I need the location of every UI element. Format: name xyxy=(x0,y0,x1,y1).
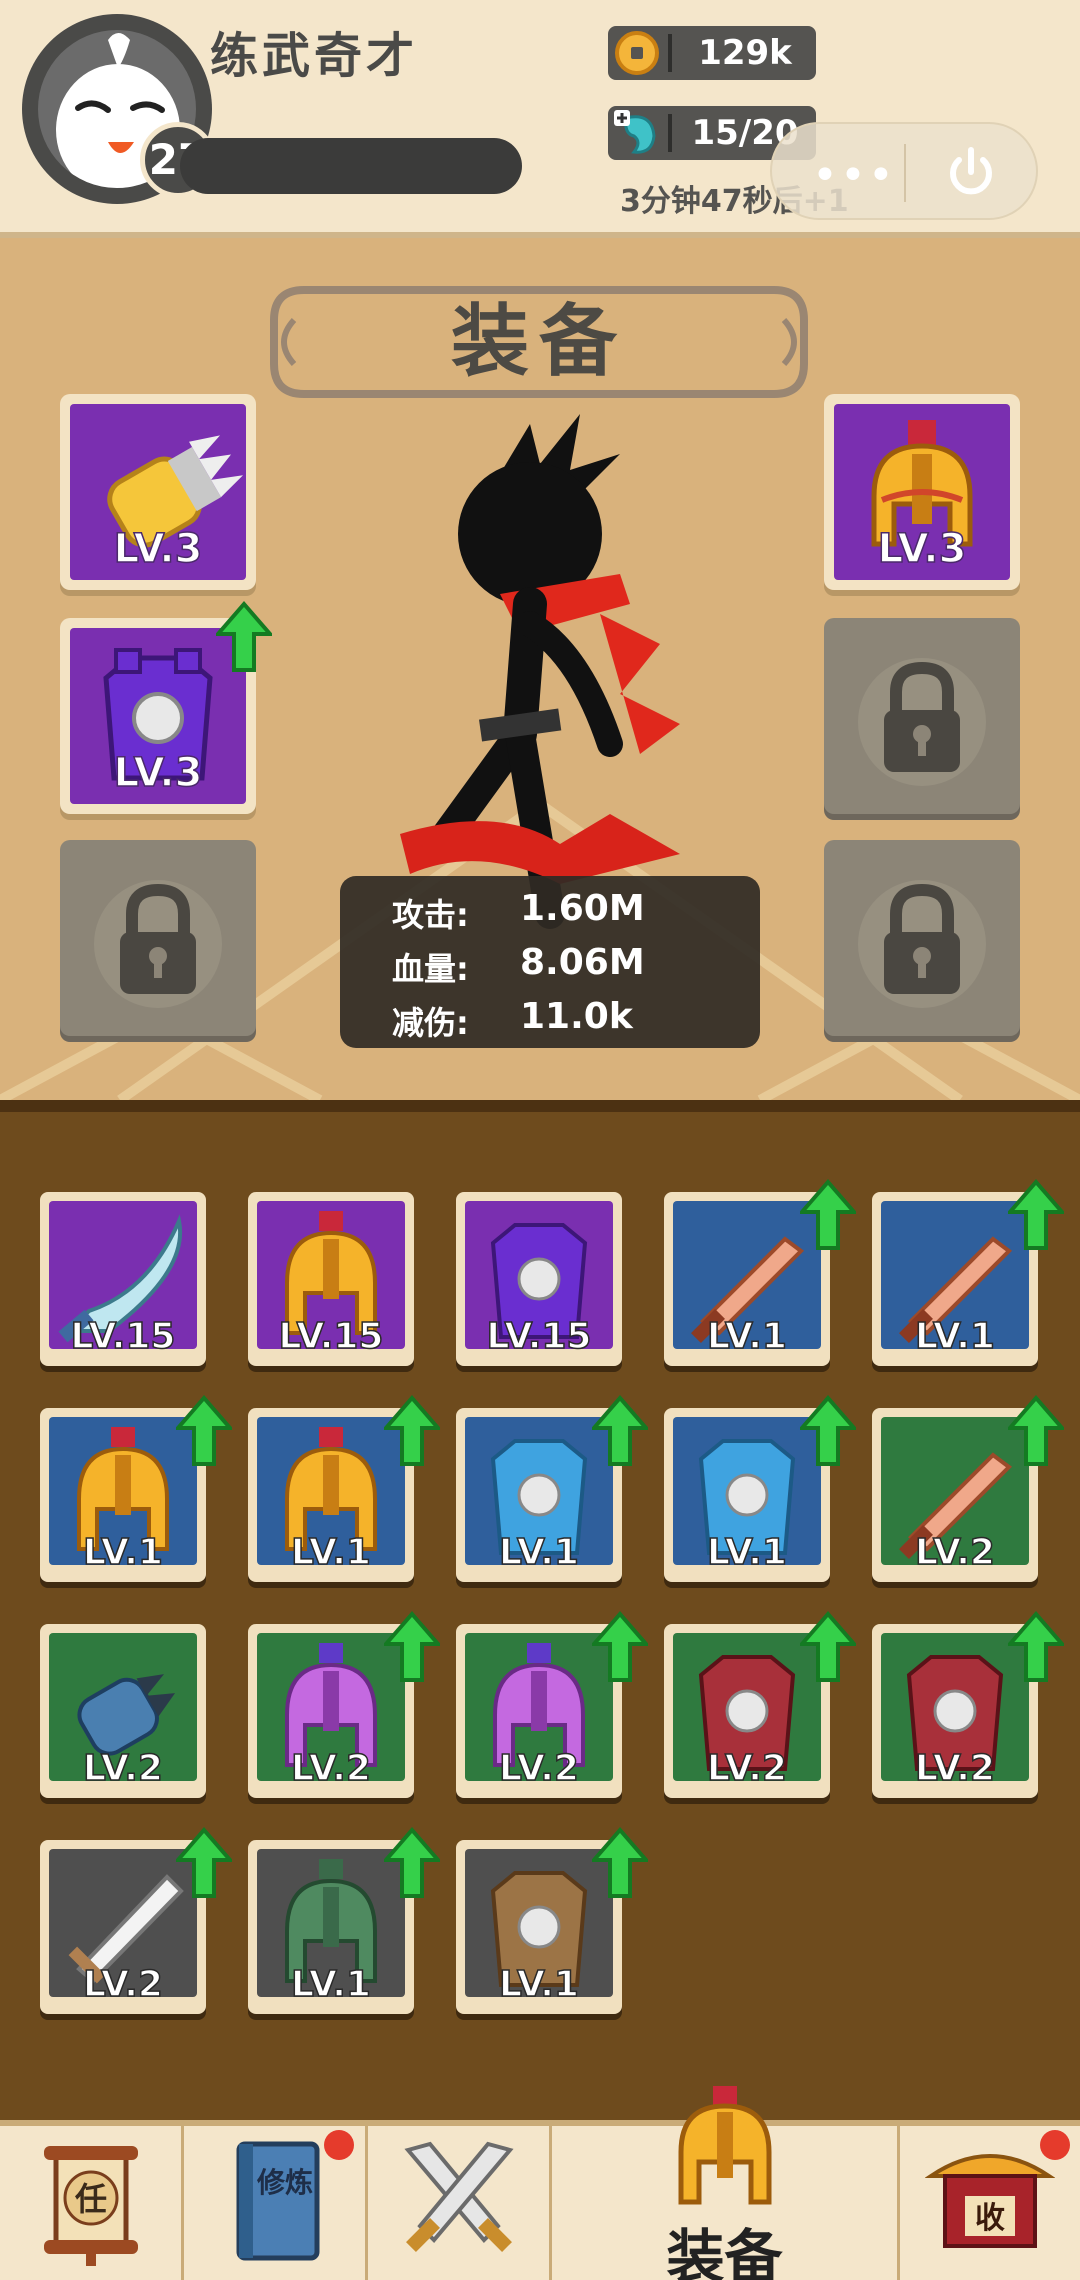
svg-text:任: 任 xyxy=(74,2180,106,2218)
inventory-item[interactable]: LV.15 xyxy=(40,1192,206,1366)
page-title: 装备 xyxy=(450,297,627,387)
gold-coin-icon xyxy=(615,31,659,75)
equip-slot-helmet[interactable]: LV.3 xyxy=(824,394,1020,590)
item-level-label: LV.1 xyxy=(498,1963,579,2006)
gold-amount: 129k xyxy=(698,33,792,73)
item-level-label: LV.2 xyxy=(914,1747,995,1790)
item-level-label: LV.2 xyxy=(290,1747,371,1790)
stat-attack-value: 1.60M xyxy=(520,888,645,929)
upgrade-arrow-icon xyxy=(176,1826,232,1898)
item-level-label: LV.1 xyxy=(82,1531,163,1574)
more-button[interactable]: ••• xyxy=(812,150,896,201)
equipment-display: 装备 LV.3 LV.3 LV.3 攻击: 1.60M 血量: 8.06M 减伤… xyxy=(0,244,1080,1100)
miniprogram-capsule: ••• xyxy=(770,122,1038,220)
equip-slot-locked[interactable] xyxy=(824,840,1020,1036)
upgrade-arrow-icon xyxy=(384,1610,440,1682)
helmet-nav-icon xyxy=(678,2086,771,2205)
equip-slot-locked[interactable] xyxy=(60,840,256,1036)
item-level-label: LV.2 xyxy=(82,1963,163,2006)
lock-icon xyxy=(858,658,986,786)
nav-tab-collect[interactable]: 收 xyxy=(900,2126,1080,2280)
upgrade-arrow-icon xyxy=(800,1394,856,1466)
player-name: 练武奇才 xyxy=(210,28,419,84)
item-level-label: LV.2 xyxy=(82,1747,163,1790)
inventory-grid: LV.15 LV.15 LV.15 LV.1 LV.1 LV.1 LV.1 LV.1 LV.1 L… xyxy=(0,1100,1080,2120)
crossed-swords-icon xyxy=(403,2141,514,2252)
equip-level-label: LV.3 xyxy=(113,749,203,797)
top-header: 27 练武奇才 129k 15/20 3分钟47秒后+1 ••• xyxy=(0,0,1080,238)
item-level-label: LV.1 xyxy=(290,1531,371,1574)
notification-dot xyxy=(1040,2130,1070,2160)
equip-level-label: LV.3 xyxy=(113,525,203,573)
upgrade-arrow-icon xyxy=(1008,1178,1064,1250)
svg-text:收: 收 xyxy=(975,2201,1005,2236)
equip-slot-glove[interactable]: LV.3 xyxy=(60,394,256,590)
stat-attack-label: 攻击: xyxy=(392,896,469,934)
upgrade-arrow-icon xyxy=(1008,1394,1064,1466)
item-level-label: LV.1 xyxy=(498,1531,579,1574)
energy-drop-icon xyxy=(614,110,656,154)
upgrade-arrow-icon xyxy=(592,1826,648,1898)
stat-hp-value: 8.06M xyxy=(520,942,645,983)
inventory-item[interactable]: LV.15 xyxy=(456,1192,622,1366)
experience-bar xyxy=(180,138,522,194)
item-level-label: LV.15 xyxy=(486,1315,592,1358)
upgrade-arrow-icon xyxy=(592,1610,648,1682)
item-level-label: LV.1 xyxy=(290,1963,371,2006)
lock-icon xyxy=(94,880,222,1008)
inventory-item[interactable]: LV.2 xyxy=(40,1624,206,1798)
stat-defense-value: 11.0k xyxy=(520,996,633,1037)
scroll-task-icon: 任 xyxy=(43,2146,138,2266)
stat-defense-label: 减伤: xyxy=(392,1004,469,1042)
gold-counter[interactable]: 129k xyxy=(608,26,816,80)
stat-hp-label: 血量: xyxy=(392,950,469,988)
upgrade-arrow-icon xyxy=(1008,1610,1064,1682)
nav-tab-equip[interactable]: 装备 xyxy=(552,2086,900,2280)
upgrade-arrow-icon xyxy=(384,1826,440,1898)
svg-text:修炼: 修炼 xyxy=(255,2166,312,2199)
upgrade-arrow-icon xyxy=(216,600,272,672)
stickman-character xyxy=(400,414,680,929)
lock-icon xyxy=(858,880,986,1008)
training-book-icon: 修炼 xyxy=(236,2141,319,2261)
notification-dot xyxy=(324,2130,354,2160)
item-level-label: LV.1 xyxy=(706,1315,787,1358)
item-level-label: LV.2 xyxy=(914,1531,995,1574)
item-level-label: LV.2 xyxy=(706,1747,787,1790)
nav-tab-equip-label: 装备 xyxy=(666,2223,783,2280)
upgrade-arrow-icon xyxy=(800,1610,856,1682)
equip-level-label: LV.3 xyxy=(877,525,967,573)
upgrade-arrow-icon xyxy=(176,1394,232,1466)
item-level-label: LV.2 xyxy=(498,1747,579,1790)
upgrade-arrow-icon xyxy=(384,1394,440,1466)
item-level-label: LV.15 xyxy=(278,1315,384,1358)
character-stats-panel: 攻击: 1.60M 血量: 8.06M 减伤: 11.0k xyxy=(340,876,760,1048)
nav-tab-task[interactable]: 任 xyxy=(0,2126,184,2280)
temple-collect-icon: 收 xyxy=(925,2154,1055,2248)
item-level-label: LV.1 xyxy=(706,1531,787,1574)
equip-slot-locked[interactable] xyxy=(824,618,1020,814)
item-level-label: LV.15 xyxy=(70,1315,176,1358)
inventory-item[interactable]: LV.15 xyxy=(248,1192,414,1366)
upgrade-arrow-icon xyxy=(800,1178,856,1250)
bottom-nav: 任 修炼 装备 收 xyxy=(0,2086,1080,2280)
upgrade-arrow-icon xyxy=(592,1394,648,1466)
nav-tab-battle[interactable] xyxy=(368,2126,552,2280)
nav-tab-train[interactable]: 修炼 xyxy=(184,2126,368,2280)
power-icon[interactable] xyxy=(940,142,1002,204)
item-level-label: LV.1 xyxy=(914,1315,995,1358)
